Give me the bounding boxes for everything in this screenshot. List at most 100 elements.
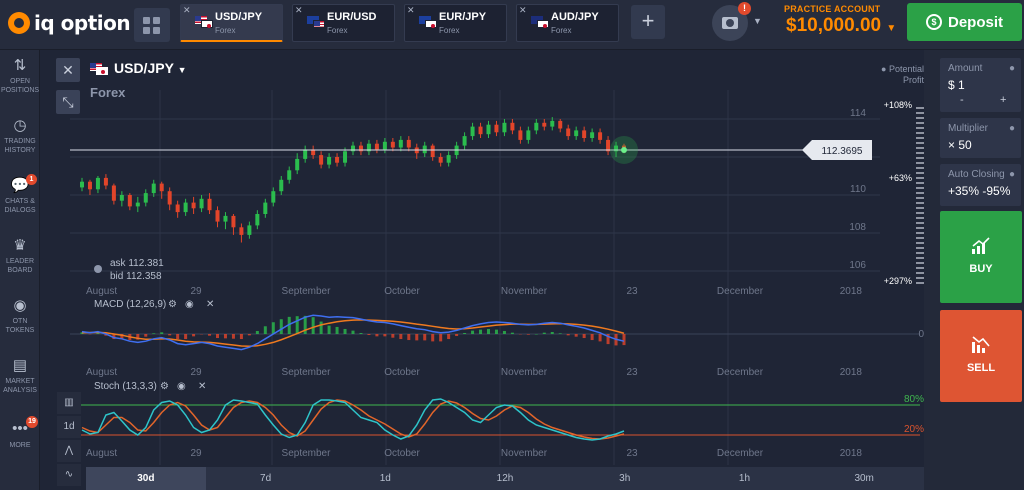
- candle: [111, 185, 116, 201]
- macd-histogram-bar: [160, 332, 164, 334]
- multiplier-field[interactable]: Multiplier ● × 50: [940, 118, 1021, 158]
- token-icon: ◉: [13, 297, 27, 314]
- macd-histogram-bar: [192, 334, 196, 337]
- timeframe-7d[interactable]: 7d: [206, 467, 326, 490]
- candle: [510, 122, 515, 131]
- chart-type-icon[interactable]: ∿: [57, 464, 81, 486]
- timeframe-3h[interactable]: 3h: [565, 467, 685, 490]
- buy-button[interactable]: BUY: [940, 211, 1022, 303]
- info-icon[interactable]: ●: [1009, 169, 1015, 180]
- asset-selector[interactable]: USD/JPY ▼: [90, 60, 186, 76]
- chart-area[interactable]: 114112110108106112.3695+108%+63%+297%ask…: [40, 50, 924, 490]
- amount-field[interactable]: Amount ● $ 1 - +: [940, 58, 1021, 112]
- timeframe-selector[interactable]: 1d: [57, 416, 81, 438]
- sidebar-item-leaderboard[interactable]: ♛ LEADER BOARD: [0, 236, 40, 275]
- x-axis-label: August: [86, 286, 117, 297]
- sidebar-item-more[interactable]: ••• 19 MORE: [0, 416, 40, 450]
- screenshot-button[interactable]: !: [712, 2, 751, 41]
- x-axis-label: August: [86, 367, 117, 378]
- close-icon[interactable]: ✕: [295, 5, 303, 16]
- auto-closing-field[interactable]: Auto Closing ● +35% -95%: [940, 164, 1021, 206]
- x-axis-label: October: [384, 286, 420, 297]
- tab-eur-jpy[interactable]: ✕ EUR/JPY Forex: [404, 4, 507, 42]
- account-type-label[interactable]: PRACTICE ACCOUNT: [784, 4, 880, 14]
- candle: [80, 181, 84, 188]
- sidebar-item-open-positions[interactable]: ⇅ OPEN POSITIONS: [0, 56, 40, 95]
- tab-eur-usd[interactable]: ✕ EUR/USD Forex: [292, 4, 395, 42]
- macd-histogram-bar: [231, 334, 235, 339]
- stoch-label: Stoch (13,3,3): [94, 381, 157, 392]
- timeframe-30d[interactable]: 30d: [86, 467, 206, 490]
- timeframe-30m[interactable]: 30m: [804, 467, 924, 490]
- macd-histogram-bar: [255, 330, 259, 334]
- expand-icon[interactable]: ⤡: [56, 90, 80, 114]
- tab-asset-type: Forex: [551, 26, 572, 35]
- x-axis-label: November: [501, 448, 548, 459]
- sell-button[interactable]: SELL: [940, 310, 1022, 402]
- macd-histogram-bar: [271, 322, 275, 334]
- profit-tick-label: +108%: [884, 100, 912, 110]
- macd-histogram-bar: [399, 334, 403, 340]
- macd-histogram-bar: [622, 334, 626, 346]
- info-icon[interactable]: ●: [1009, 123, 1015, 134]
- chevron-down-icon[interactable]: ▼: [753, 16, 762, 26]
- candle: [327, 157, 332, 165]
- macd-histogram-bar: [574, 334, 578, 337]
- close-icon[interactable]: ✕: [519, 5, 527, 16]
- eye-icon: ◉: [185, 299, 194, 310]
- close-icon[interactable]: ✕: [407, 5, 415, 16]
- timeframe-1h[interactable]: 1h: [685, 467, 805, 490]
- close-chart-button[interactable]: ✕: [56, 58, 80, 82]
- close-icon[interactable]: ✕: [183, 5, 191, 16]
- current-price-dot: [621, 146, 627, 153]
- candle: [574, 130, 579, 137]
- info-icon[interactable]: ●: [1009, 63, 1015, 74]
- candle: [430, 145, 435, 157]
- sidebar-item-chats[interactable]: 💬 1 CHATS & DIALOGS: [0, 174, 40, 215]
- macd-histogram-bar: [431, 334, 435, 342]
- candle: [518, 130, 523, 140]
- draw-icon[interactable]: ⋀: [57, 440, 81, 462]
- macd-histogram-bar: [327, 325, 331, 334]
- price-tick-label: 106: [849, 260, 866, 271]
- candle: [263, 202, 268, 214]
- stoch-lower-label: 20%: [904, 424, 924, 435]
- macd-histogram-bar: [152, 333, 156, 334]
- add-tab-button[interactable]: +: [631, 5, 665, 39]
- gear-icon: ⚙: [168, 299, 177, 310]
- macd-histogram-bar: [598, 334, 602, 342]
- x-axis-label: 23: [626, 367, 638, 378]
- macd-histogram-bar: [295, 316, 299, 334]
- asset-grid-button[interactable]: [134, 8, 170, 42]
- tab-pair-name: AUD/JPY: [551, 11, 599, 23]
- candle: [382, 141, 387, 150]
- sidebar-item-otn-tokens[interactable]: ◉ OTN TOKENS: [0, 296, 40, 335]
- timeframe-12h[interactable]: 12h: [445, 467, 565, 490]
- candle: [598, 132, 603, 140]
- sidebar-item-market-analysis[interactable]: ▤ MARKET ANALYSIS: [0, 356, 40, 395]
- logo[interactable]: iq option: [8, 11, 131, 35]
- indicators-icon[interactable]: ▥: [57, 392, 81, 414]
- price-tick-label: 108: [849, 222, 866, 233]
- balance[interactable]: $10,000.00 ▼: [786, 15, 896, 37]
- timeframe-1d[interactable]: 1d: [325, 467, 445, 490]
- bid-price: bid 112.358: [110, 271, 162, 282]
- candle: [438, 157, 443, 163]
- decrease-amount-button[interactable]: -: [960, 94, 964, 106]
- candle: [207, 198, 212, 211]
- macd-histogram-bar: [96, 332, 100, 334]
- tab-asset-type: Forex: [439, 26, 460, 35]
- trophy-icon: ♛: [13, 237, 27, 254]
- x-axis-label: 2018: [840, 286, 863, 297]
- sidebar-item-trading-history[interactable]: ◷ TRADING HISTORY: [0, 116, 40, 155]
- increase-amount-button[interactable]: +: [1000, 94, 1006, 106]
- ask-price: ask 112.381: [110, 258, 164, 269]
- macd-histogram-bar: [144, 334, 148, 337]
- deposit-button[interactable]: $ Deposit: [907, 3, 1022, 41]
- tab-usd-jpy[interactable]: ✕ USD/JPY Forex: [180, 4, 283, 42]
- sidebar: ⇅ OPEN POSITIONS ◷ TRADING HISTORY 💬 1 C…: [0, 50, 40, 490]
- tab-aud-jpy[interactable]: ✕ AUD/JPY Forex: [516, 4, 619, 42]
- price-chart[interactable]: 114112110108106112.3695+108%+63%+297%ask…: [40, 50, 924, 490]
- candle: [191, 202, 196, 209]
- amount-input[interactable]: $ 1: [948, 78, 965, 92]
